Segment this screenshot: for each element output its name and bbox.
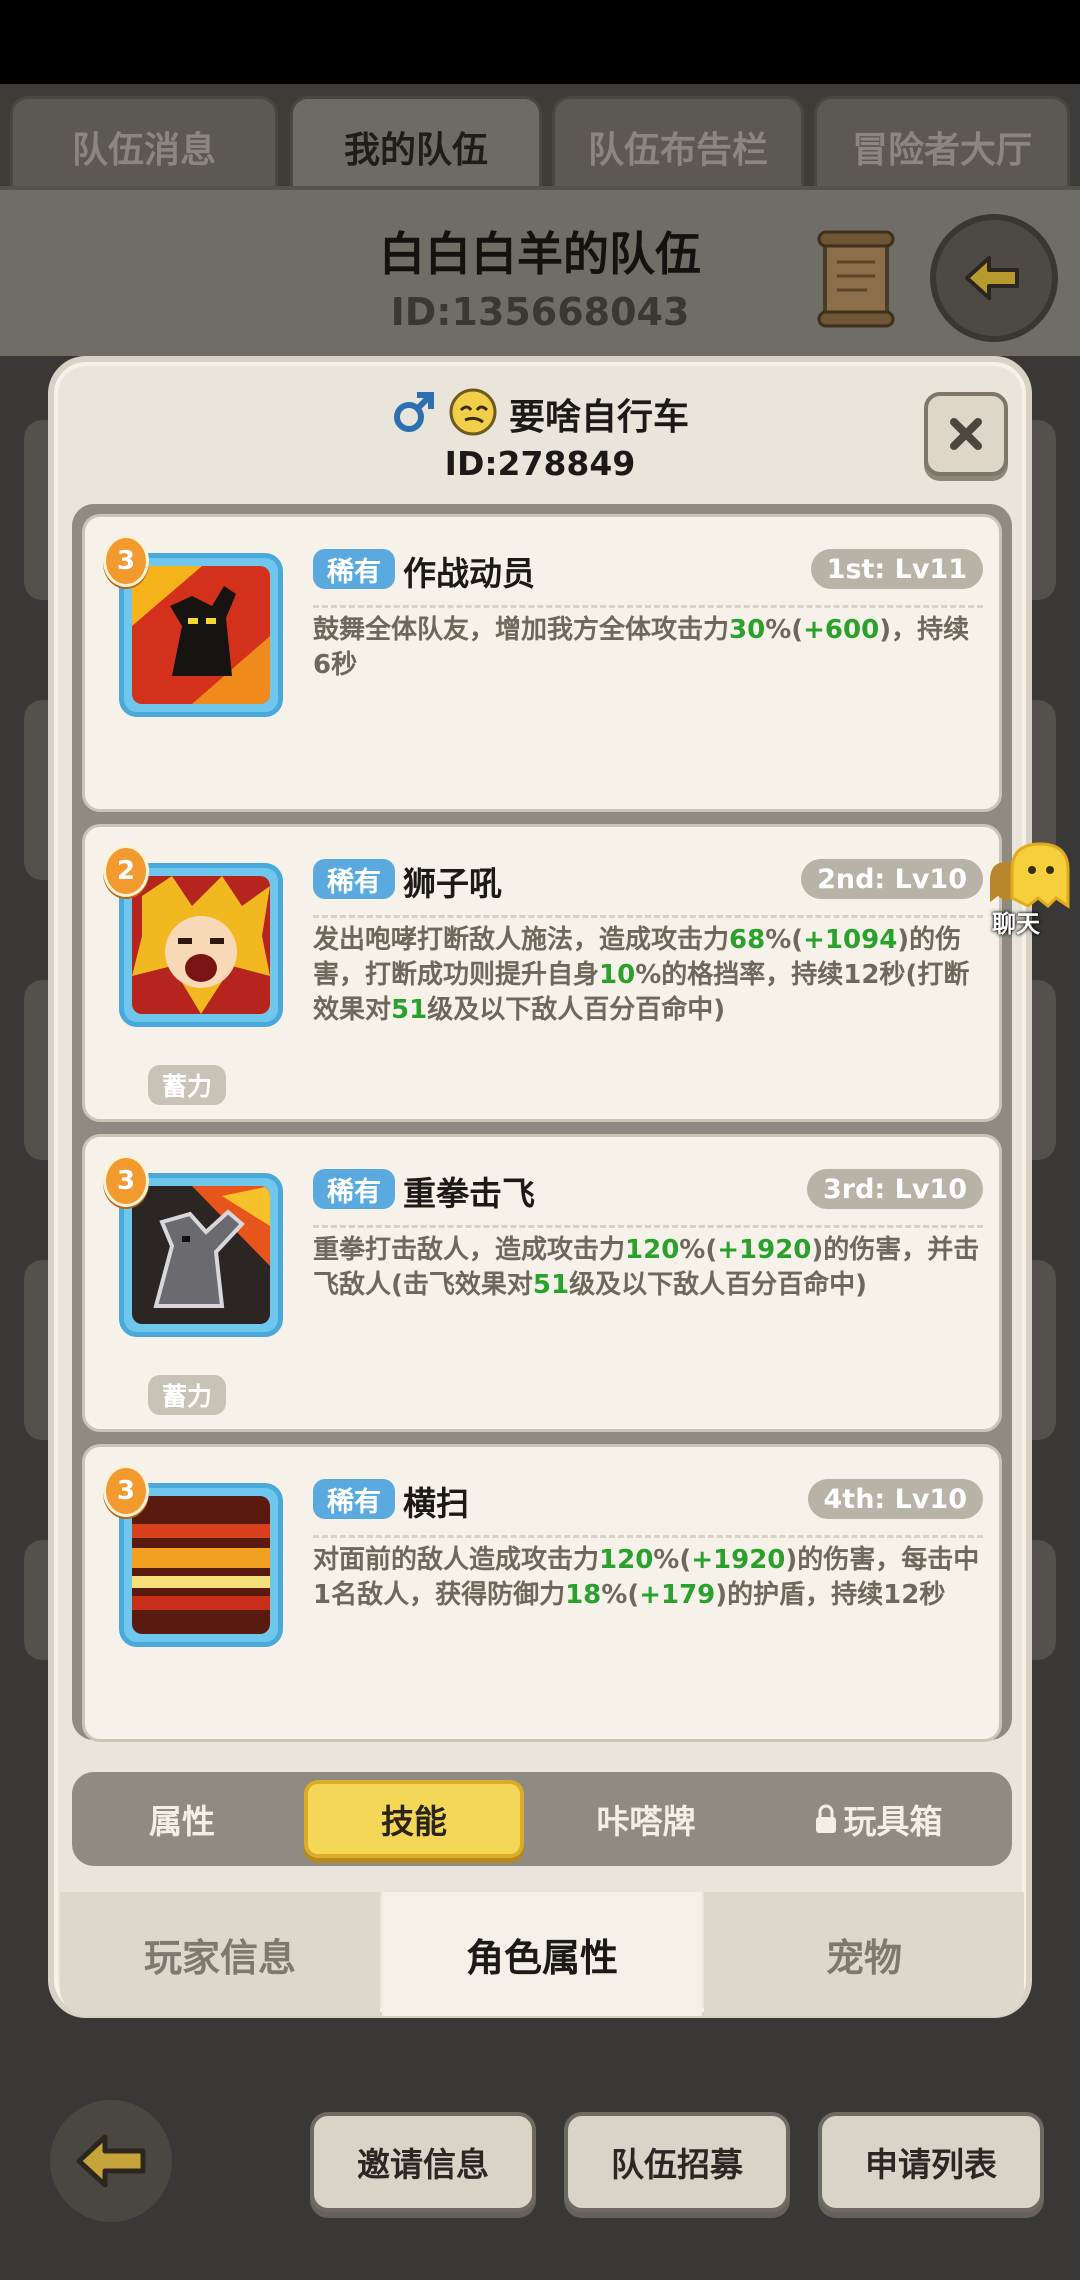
charge-tag: 蓄力 bbox=[148, 1065, 227, 1105]
rarity-badge: 稀有 bbox=[313, 549, 395, 589]
divider bbox=[313, 605, 983, 608]
highlight-value: +1920 bbox=[717, 1235, 812, 1265]
tab-team-messages[interactable]: 队伍消息 bbox=[10, 96, 278, 194]
skill-description: 发出咆哮打断敌人施法，造成攻击力68%(+1094)的伤害，打断成功则提升自身1… bbox=[313, 923, 983, 1028]
tab-player-info[interactable]: 玩家信息 bbox=[60, 1892, 380, 2016]
description-text: )的护盾，持续12秒 bbox=[715, 1580, 946, 1610]
description-text: 发出咆哮打断敌人施法，造成攻击力 bbox=[313, 925, 730, 955]
highlight-value: 51 bbox=[532, 1270, 570, 1300]
highlight-value: +1094 bbox=[803, 925, 898, 955]
invite-info-button[interactable]: 邀请信息 bbox=[310, 2112, 536, 2212]
skill-name: 横扫 bbox=[403, 1484, 469, 1523]
description-text: 鼓舞全体队友，增加我方全体攻击力 bbox=[313, 615, 730, 645]
description-text: 级及以下敌人百分百命中) bbox=[569, 1270, 867, 1300]
skill-slot-level: 2nd: Lv10 bbox=[801, 859, 983, 899]
team-recruit-button[interactable]: 队伍招募 bbox=[564, 2112, 790, 2212]
modal-header: 要啥自行车 ID:278849 bbox=[54, 362, 1026, 492]
skill-level-badge: 3 bbox=[103, 535, 149, 587]
rally-skill-icon bbox=[132, 566, 270, 704]
highlight-value: 30 bbox=[729, 615, 766, 645]
heavy-punch-skill-icon bbox=[132, 1186, 270, 1324]
highlight-value: 51 bbox=[391, 995, 428, 1025]
subtab-toybox[interactable]: 玩具箱 bbox=[768, 1780, 988, 1858]
skill-description: 对面前的敌人造成攻击力120%(+1920)的伤害，每击中1名敌人，获得防御力1… bbox=[313, 1543, 983, 1613]
description-text: %( bbox=[601, 1580, 640, 1610]
highlight-value: +179 bbox=[639, 1580, 716, 1610]
description-text: 重拳打击敌人，造成攻击力 bbox=[313, 1235, 626, 1265]
highlight-value: 18 bbox=[565, 1580, 602, 1610]
skill-card[interactable]: 2 稀有 狮子吼 2nd: Lv10 发出咆哮打断敌人施法，造成攻击力68%(+… bbox=[82, 824, 1002, 1122]
male-symbol-icon bbox=[391, 389, 437, 439]
description-text: %( bbox=[765, 615, 804, 645]
subtab-cards[interactable]: 咔嗒牌 bbox=[536, 1780, 756, 1858]
skills-list: 3 稀有 作战动员 1st: Lv11 鼓舞全体队友，增加我方全体攻击力30%(… bbox=[72, 504, 1012, 1742]
sweep-skill-icon bbox=[132, 1496, 270, 1634]
divider bbox=[313, 915, 983, 918]
skill-name: 狮子吼 bbox=[403, 864, 502, 903]
tab-my-team[interactable]: 我的队伍 bbox=[290, 96, 542, 194]
rarity-badge: 稀有 bbox=[313, 1479, 395, 1519]
tab-pets[interactable]: 宠物 bbox=[704, 1892, 1024, 2016]
skill-description: 重拳打击敌人，造成攻击力120%(+1920)的伤害，并击飞敌人(击飞效果对51… bbox=[313, 1233, 983, 1303]
description-text: 对面前的敌人造成攻击力 bbox=[313, 1545, 600, 1575]
player-name-row: 要啥自行车 bbox=[54, 386, 1026, 442]
subtab-skills[interactable]: 技能 bbox=[304, 1780, 524, 1858]
skill-slot-level: 4th: Lv10 bbox=[807, 1479, 983, 1519]
skill-slot-level: 1st: Lv11 bbox=[810, 549, 983, 589]
scroll-icon[interactable] bbox=[815, 228, 900, 328]
tab-adventurer-hall[interactable]: 冒险者大厅 bbox=[814, 96, 1070, 194]
charge-tag: 蓄力 bbox=[148, 1375, 227, 1415]
skill-card[interactable]: 3 稀有 作战动员 1st: Lv11 鼓舞全体队友，增加我方全体攻击力30%(… bbox=[82, 514, 1002, 812]
player-id: ID:278849 bbox=[444, 444, 636, 483]
skill-card[interactable]: 3 稀有 横扫 4th: Lv10 对面前的敌人造成攻击力120%(+1920)… bbox=[82, 1444, 1002, 1742]
lion-roar-skill-icon bbox=[132, 876, 270, 1014]
highlight-value: 120 bbox=[599, 1545, 654, 1575]
rarity-badge: 稀有 bbox=[313, 1169, 395, 1209]
back-button[interactable] bbox=[50, 2100, 172, 2222]
highlight-value: 120 bbox=[625, 1235, 680, 1265]
description-text: 级及以下敌人百分百命中) bbox=[427, 995, 726, 1025]
exit-team-button[interactable] bbox=[930, 214, 1058, 342]
tab-character-attributes[interactable]: 角色属性 bbox=[382, 1892, 702, 2016]
team-id: ID:135668043 bbox=[390, 290, 690, 334]
highlight-value: +600 bbox=[803, 615, 880, 645]
highlight-value: +1920 bbox=[691, 1545, 786, 1575]
avatar-emoji-icon bbox=[447, 386, 499, 442]
skill-card[interactable]: 3 稀有 重拳击飞 3rd: Lv10 重拳打击敌人，造成攻击力120%(+19… bbox=[82, 1134, 1002, 1432]
description-text: %( bbox=[765, 925, 804, 955]
player-detail-modal: 要啥自行车 ID:278849 3 稀有 作战动员 1st: Lv11 鼓舞全体… bbox=[48, 356, 1032, 2018]
skill-description: 鼓舞全体队友，增加我方全体攻击力30%(+600)，持续6秒 bbox=[313, 613, 983, 683]
apply-list-button[interactable]: 申请列表 bbox=[818, 2112, 1044, 2212]
skill-level-badge: 3 bbox=[103, 1465, 149, 1517]
status-bar bbox=[0, 0, 1080, 84]
close-icon bbox=[950, 418, 982, 450]
skill-level-badge: 2 bbox=[103, 845, 149, 897]
subtab-toybox-label: 玩具箱 bbox=[843, 1802, 943, 1841]
chat-label: 聊天 bbox=[992, 910, 1040, 938]
divider bbox=[313, 1535, 983, 1538]
description-text: %( bbox=[653, 1545, 692, 1575]
highlight-value: 10 bbox=[599, 960, 636, 990]
top-tab-bar: 队伍消息 我的队伍 队伍布告栏 冒险者大厅 bbox=[0, 84, 1080, 194]
exit-arrow-icon bbox=[965, 256, 1019, 300]
lock-icon bbox=[815, 1804, 836, 1833]
subtab-attributes[interactable]: 属性 bbox=[72, 1780, 292, 1858]
skill-name: 重拳击飞 bbox=[403, 1174, 535, 1213]
rarity-badge: 稀有 bbox=[313, 859, 395, 899]
player-name: 要啥自行车 bbox=[508, 397, 689, 438]
tab-team-board[interactable]: 队伍布告栏 bbox=[552, 96, 804, 194]
close-button[interactable] bbox=[924, 392, 1008, 476]
sub-tab-bar: 属性 技能 咔嗒牌 玩具箱 bbox=[72, 1772, 1012, 1866]
back-arrow-icon bbox=[76, 2134, 146, 2188]
bottom-tab-bar: 玩家信息 角色属性 宠物 bbox=[60, 1892, 1024, 2016]
description-text: %( bbox=[679, 1235, 718, 1265]
highlight-value: 68 bbox=[729, 925, 766, 955]
skill-level-badge: 3 bbox=[103, 1155, 149, 1207]
team-header: 白白白羊的队伍 ID:135668043 bbox=[0, 186, 1080, 356]
team-name: 白白白羊的队伍 bbox=[379, 227, 701, 281]
divider bbox=[313, 1225, 983, 1228]
skill-name: 作战动员 bbox=[403, 554, 535, 593]
skill-slot-level: 3rd: Lv10 bbox=[806, 1169, 983, 1209]
